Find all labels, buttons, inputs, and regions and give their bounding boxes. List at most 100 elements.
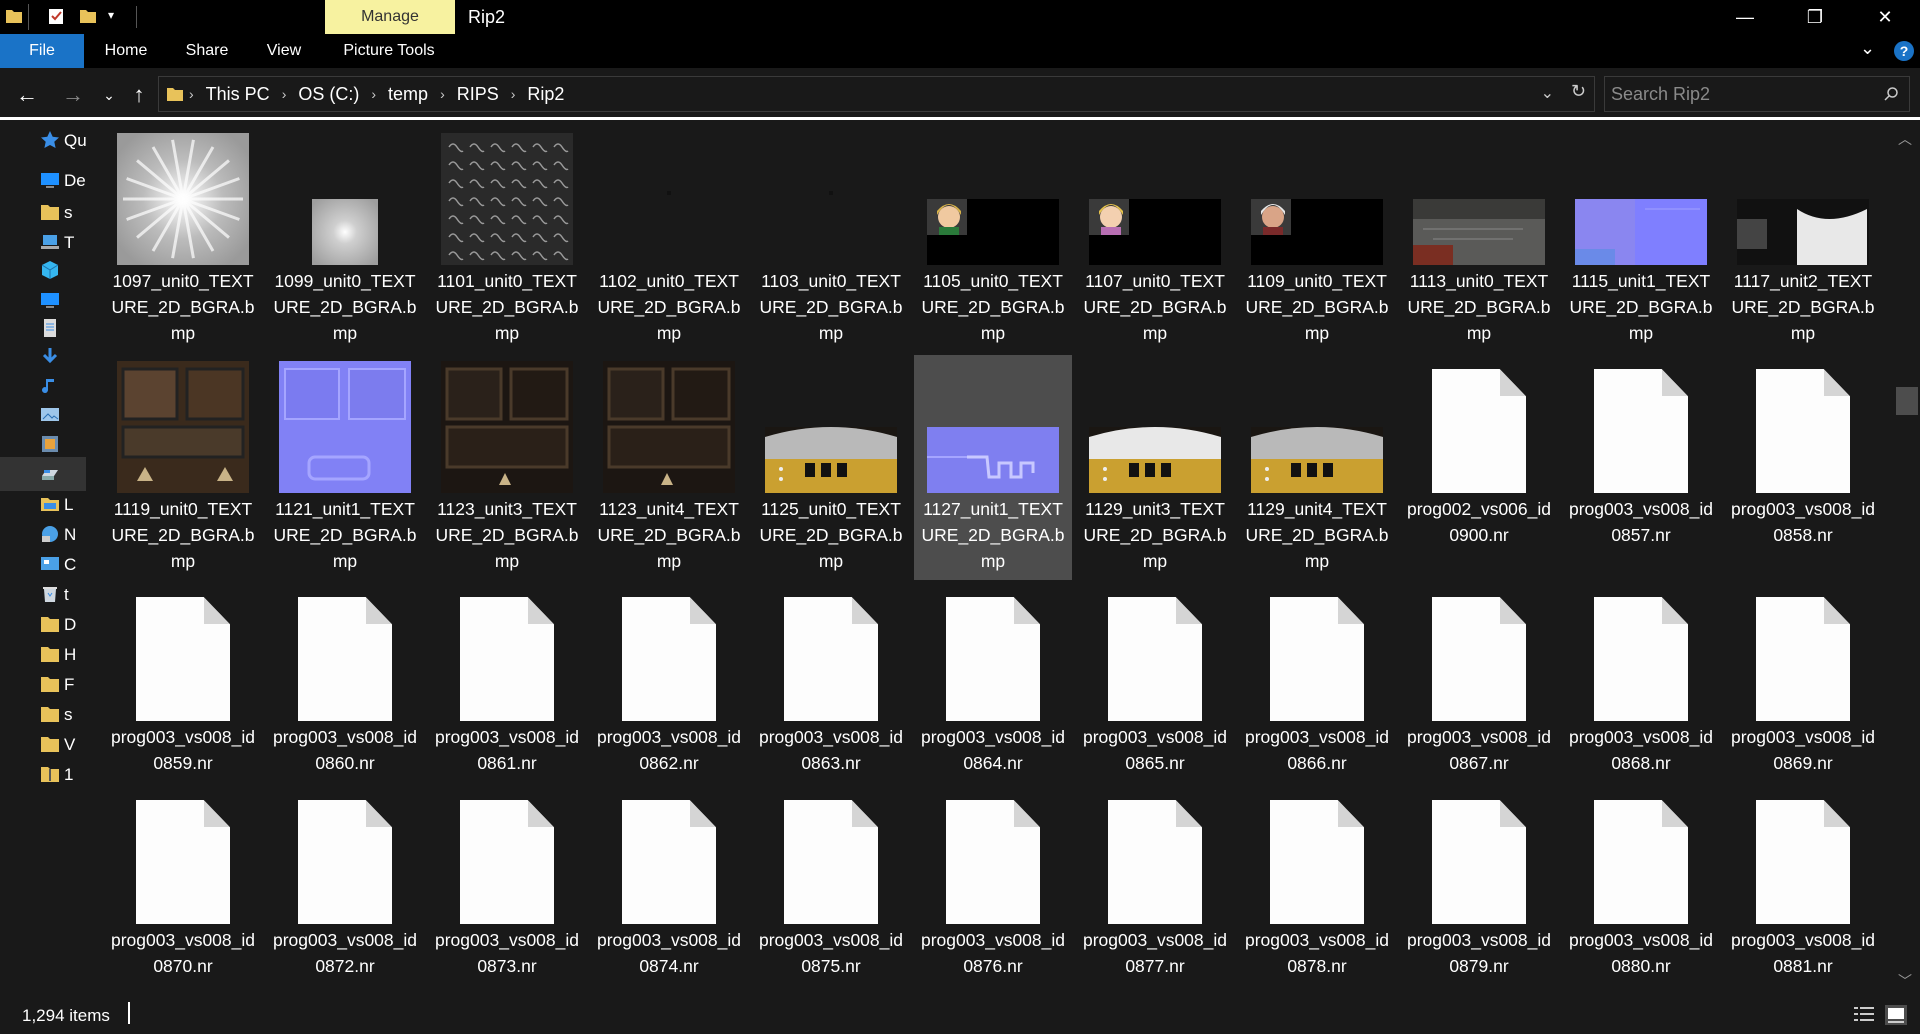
file-item[interactable]: prog003_vs008_id0873.nr — [428, 786, 586, 997]
minimize-button[interactable]: — — [1710, 0, 1780, 34]
breadcrumb-rips[interactable]: RIPS — [457, 84, 499, 105]
back-button[interactable]: ← — [10, 78, 44, 112]
file-item[interactable]: 1125_unit0_TEXTURE_2D_BGRA.bmp — [752, 355, 910, 580]
file-item[interactable]: prog003_vs008_id0860.nr — [266, 583, 424, 808]
nav-item[interactable]: De — [0, 163, 86, 197]
details-view-icon[interactable] — [1852, 1004, 1876, 1026]
file-item[interactable]: 1103_unit0_TEXTURE_2D_BGRA.bmp — [752, 127, 910, 352]
breadcrumb-separator-icon[interactable]: › — [189, 86, 194, 102]
breadcrumb-temp[interactable]: temp — [388, 84, 428, 105]
nav-item[interactable] — [0, 457, 86, 491]
file-item[interactable]: prog003_vs008_id0877.nr — [1076, 786, 1234, 997]
recent-locations-button[interactable]: ⌄ — [92, 78, 126, 112]
file-item[interactable]: prog003_vs008_id0865.nr — [1076, 583, 1234, 808]
file-item[interactable]: prog003_vs008_id0866.nr — [1238, 583, 1396, 808]
scroll-up-icon[interactable]: ︿ — [1898, 129, 1912, 149]
nav-item[interactable] — [0, 339, 86, 373]
file-item[interactable]: 1127_unit1_TEXTURE_2D_BGRA.bmp — [914, 355, 1072, 580]
nav-item[interactable]: H — [0, 637, 86, 671]
file-item[interactable]: prog003_vs008_id0876.nr — [914, 786, 1072, 997]
search-input[interactable] — [1611, 80, 1871, 108]
nav-item[interactable]: V — [0, 727, 86, 761]
file-item[interactable]: prog003_vs008_id0875.nr — [752, 786, 910, 997]
file-item[interactable]: prog003_vs008_id0861.nr — [428, 583, 586, 808]
file-item[interactable]: 1101_unit0_TEXTURE_2D_BGRA.bmp — [428, 127, 586, 352]
search-box[interactable] — [1604, 76, 1910, 112]
tab-manage[interactable]: Manage — [325, 0, 455, 34]
file-item[interactable]: 1105_unit0_TEXTURE_2D_BGRA.bmp — [914, 127, 1072, 352]
file-item[interactable]: prog003_vs008_id0879.nr — [1400, 786, 1558, 997]
tab-picture-tools[interactable]: Picture Tools — [330, 34, 448, 68]
customize-toolbar-icon[interactable]: ▾ — [108, 8, 128, 28]
nav-item[interactable]: D — [0, 607, 86, 641]
file-item[interactable]: prog003_vs008_id0858.nr — [1724, 355, 1882, 580]
expand-ribbon-icon[interactable]: ⌄ — [1860, 38, 1875, 59]
properties-icon[interactable] — [46, 6, 66, 26]
file-item[interactable]: prog003_vs008_id0864.nr — [914, 583, 1072, 808]
file-item[interactable]: 1097_unit0_TEXTURE_2D_BGRA.bmp — [104, 127, 262, 352]
nav-item[interactable] — [0, 253, 86, 287]
refresh-icon[interactable]: ↻ — [1571, 81, 1586, 102]
file-item[interactable]: 1107_unit0_TEXTURE_2D_BGRA.bmp — [1076, 127, 1234, 352]
file-item[interactable]: prog002_vs006_id0900.nr — [1400, 355, 1558, 580]
file-item[interactable]: prog003_vs008_id0878.nr — [1238, 786, 1396, 997]
breadcrumb-separator-icon[interactable]: › — [440, 86, 445, 102]
nav-item[interactable]: s — [0, 195, 86, 229]
file-item[interactable]: prog003_vs008_id0870.nr — [104, 786, 262, 997]
vertical-scrollbar[interactable]: ︿ ﹀ — [1892, 123, 1920, 997]
nav-item[interactable] — [0, 427, 86, 461]
breadcrumb-this-pc[interactable]: This PC — [206, 84, 270, 105]
breadcrumb-separator-icon[interactable]: › — [511, 86, 516, 102]
scroll-down-icon[interactable]: ﹀ — [1898, 971, 1912, 991]
up-button[interactable]: ↑ — [122, 78, 156, 112]
address-history-icon[interactable]: ⌄ — [1541, 83, 1554, 103]
file-item[interactable]: prog003_vs008_id0857.nr — [1562, 355, 1720, 580]
search-icon[interactable] — [1883, 86, 1899, 102]
file-item[interactable]: 1121_unit1_TEXTURE_2D_BGRA.bmp — [266, 355, 424, 580]
file-item[interactable]: prog003_vs008_id0863.nr — [752, 583, 910, 808]
file-item[interactable]: 1113_unit0_TEXTURE_2D_BGRA.bmp — [1400, 127, 1558, 352]
file-item[interactable]: 1123_unit3_TEXTURE_2D_BGRA.bmp — [428, 355, 586, 580]
tab-home[interactable]: Home — [94, 34, 158, 68]
breadcrumb-separator-icon[interactable]: › — [282, 86, 287, 102]
nav-item[interactable] — [0, 397, 86, 431]
nav-item[interactable]: N — [0, 517, 86, 551]
breadcrumb-os-c[interactable]: OS (C:) — [298, 84, 359, 105]
nav-item[interactable]: 1 — [0, 757, 86, 791]
help-icon[interactable]: ? — [1894, 41, 1914, 61]
forward-button[interactable]: → — [56, 78, 90, 112]
file-item[interactable]: 1129_unit4_TEXTURE_2D_BGRA.bmp — [1238, 355, 1396, 580]
file-item[interactable]: 1109_unit0_TEXTURE_2D_BGRA.bmp — [1238, 127, 1396, 352]
file-item[interactable]: prog003_vs008_id0868.nr — [1562, 583, 1720, 808]
file-item[interactable]: 1123_unit4_TEXTURE_2D_BGRA.bmp — [590, 355, 748, 580]
file-item[interactable]: prog003_vs008_id0869.nr — [1724, 583, 1882, 808]
scroll-thumb[interactable] — [1896, 387, 1918, 415]
tab-share[interactable]: Share — [176, 34, 238, 68]
file-item[interactable]: 1115_unit1_TEXTURE_2D_BGRA.bmp — [1562, 127, 1720, 352]
file-item[interactable]: prog003_vs008_id0867.nr — [1400, 583, 1558, 808]
close-button[interactable]: ✕ — [1850, 0, 1920, 34]
new-folder-icon[interactable] — [78, 6, 98, 26]
large-icons-view-icon[interactable] — [1884, 1004, 1908, 1026]
nav-item[interactable]: t — [0, 577, 86, 611]
nav-item[interactable]: s — [0, 697, 86, 731]
file-item[interactable]: 1117_unit2_TEXTURE_2D_BGRA.bmp — [1724, 127, 1882, 352]
file-item[interactable]: 1119_unit0_TEXTURE_2D_BGRA.bmp — [104, 355, 262, 580]
file-item[interactable]: prog003_vs008_id0872.nr — [266, 786, 424, 997]
tab-view[interactable]: View — [256, 34, 312, 68]
nav-item[interactable]: Qu — [0, 123, 86, 157]
nav-item[interactable]: C — [0, 547, 86, 581]
file-item[interactable]: prog003_vs008_id0859.nr — [104, 583, 262, 808]
file-item[interactable]: 1099_unit0_TEXTURE_2D_BGRA.bmp — [266, 127, 424, 352]
file-item[interactable]: prog003_vs008_id0862.nr — [590, 583, 748, 808]
breadcrumb-rip2[interactable]: Rip2 — [527, 84, 564, 105]
tab-file[interactable]: File — [0, 34, 84, 68]
file-item[interactable]: prog003_vs008_id0881.nr — [1724, 786, 1882, 997]
folder-icon[interactable] — [4, 6, 24, 26]
maximize-button[interactable]: ❐ — [1780, 0, 1850, 34]
nav-item[interactable]: F — [0, 667, 86, 701]
file-item[interactable]: prog003_vs008_id0874.nr — [590, 786, 748, 997]
file-item[interactable]: 1129_unit3_TEXTURE_2D_BGRA.bmp — [1076, 355, 1234, 580]
address-bar[interactable]: › This PC › OS (C:) › temp › RIPS › Rip2… — [158, 76, 1595, 112]
file-item[interactable]: prog003_vs008_id0880.nr — [1562, 786, 1720, 997]
